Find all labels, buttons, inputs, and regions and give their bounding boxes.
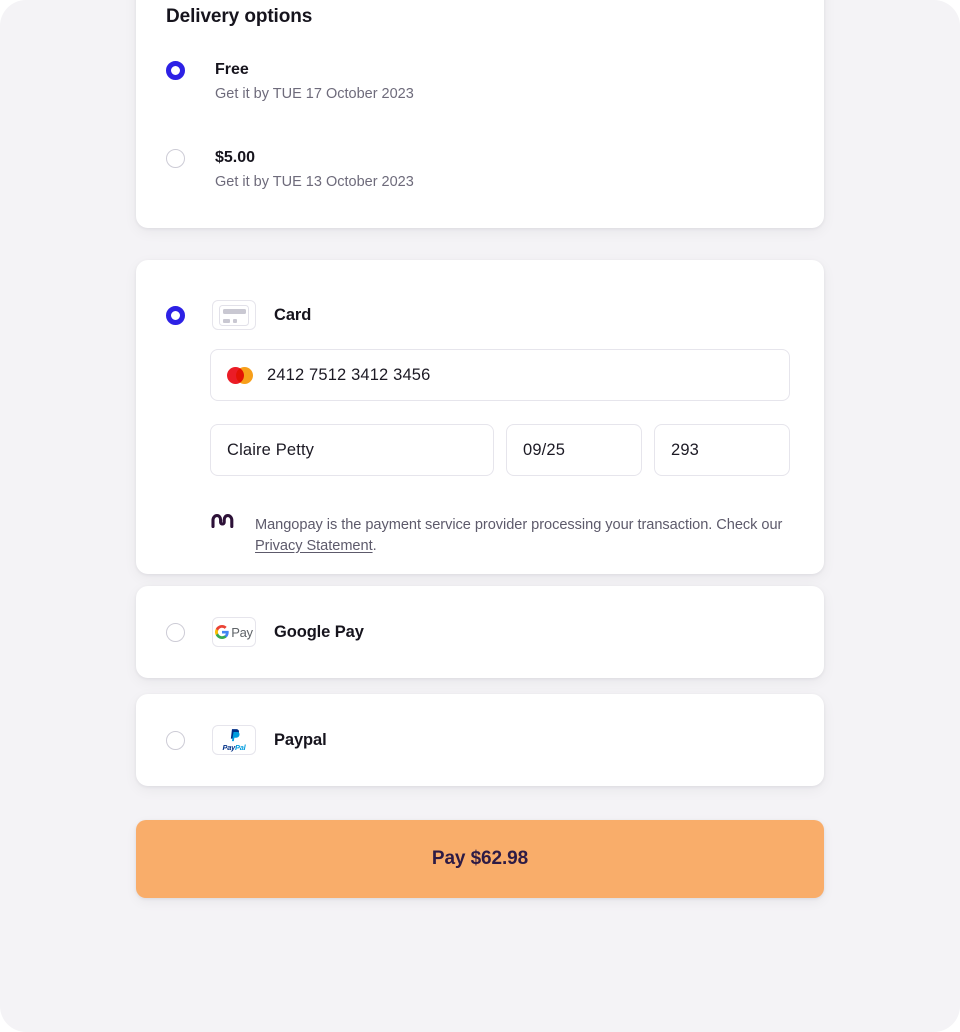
delivery-option-express-eta: Get it by TUE 13 October 2023 [215,174,414,190]
payment-method-google-pay-card[interactable]: Pay Google Pay [136,586,824,678]
payment-method-google-pay-row[interactable]: Pay Google Pay [166,617,364,647]
credit-card-icon [212,300,256,330]
card-number-field[interactable]: 2412 7512 3412 3456 [210,349,790,401]
card-holder-field[interactable]: Claire Petty [210,424,494,476]
delivery-option-free-price: Free [215,61,249,78]
payment-method-google-pay-label: Google Pay [274,622,364,641]
delivery-option-express-price: $5.00 [215,149,256,166]
card-cvv-value: 293 [671,440,699,459]
card-number-value: 2412 7512 3412 3456 [267,365,431,384]
payment-method-paypal-label: Paypal [274,730,327,749]
provider-note-text-after: . [372,537,377,554]
checkout-scroll-area[interactable]: Delivery options Free Get it by TUE 17 O… [0,0,960,1032]
delivery-option-express[interactable]: $5.00 Get it by TUE 13 October 2023 [166,148,414,191]
delivery-option-free-eta: Get it by TUE 17 October 2023 [215,86,414,102]
delivery-options-card: Delivery options Free Get it by TUE 17 O… [136,0,824,228]
card-expiry-field[interactable]: 09/25 [506,424,642,476]
paypal-icon-text-1: Pay [222,743,236,752]
paypal-icon: PayPal [212,725,256,755]
delivery-option-free-radio[interactable] [166,61,185,80]
payment-method-paypal-row[interactable]: PayPal Paypal [166,725,327,755]
provider-note: Mangopay is the payment service provider… [210,500,800,571]
payment-method-card-header[interactable]: Card [166,300,311,330]
payment-method-card-radio[interactable] [166,305,185,325]
delivery-option-express-texts: $5.00 Get it by TUE 13 October 2023 [215,148,414,191]
delivery-options-title: Delivery options [166,5,313,27]
provider-note-text: Mangopay is the payment service provider… [255,515,800,557]
delivery-option-free[interactable]: Free Get it by TUE 17 October 2023 [166,60,414,103]
payment-method-google-pay-radio[interactable] [166,622,185,642]
checkout-viewport: Delivery options Free Get it by TUE 17 O… [0,0,960,1032]
pay-button[interactable]: Pay $62.98 [136,820,824,898]
card-expiry-value: 09/25 [523,440,566,459]
privacy-statement-link[interactable]: Privacy Statement [255,538,373,554]
card-holder-value: Claire Petty [227,440,315,459]
delivery-option-free-texts: Free Get it by TUE 17 October 2023 [215,60,414,103]
mangopay-icon [210,509,236,535]
card-cvv-field[interactable]: 293 [654,424,790,476]
provider-note-text-before: Mangopay is the payment service provider… [255,516,783,533]
google-pay-icon: Pay [212,617,256,647]
paypal-icon-text-2: Pal [235,743,246,752]
delivery-option-express-radio[interactable] [166,149,185,168]
mastercard-icon [227,366,253,384]
payment-method-paypal-card[interactable]: PayPal Paypal [136,694,824,786]
payment-method-card-label: Card [274,305,312,324]
payment-method-paypal-radio[interactable] [166,730,185,750]
google-pay-icon-text: Pay [231,624,253,640]
payment-method-card: Card 2412 7512 3412 3456 Claire Petty 09… [136,260,824,574]
